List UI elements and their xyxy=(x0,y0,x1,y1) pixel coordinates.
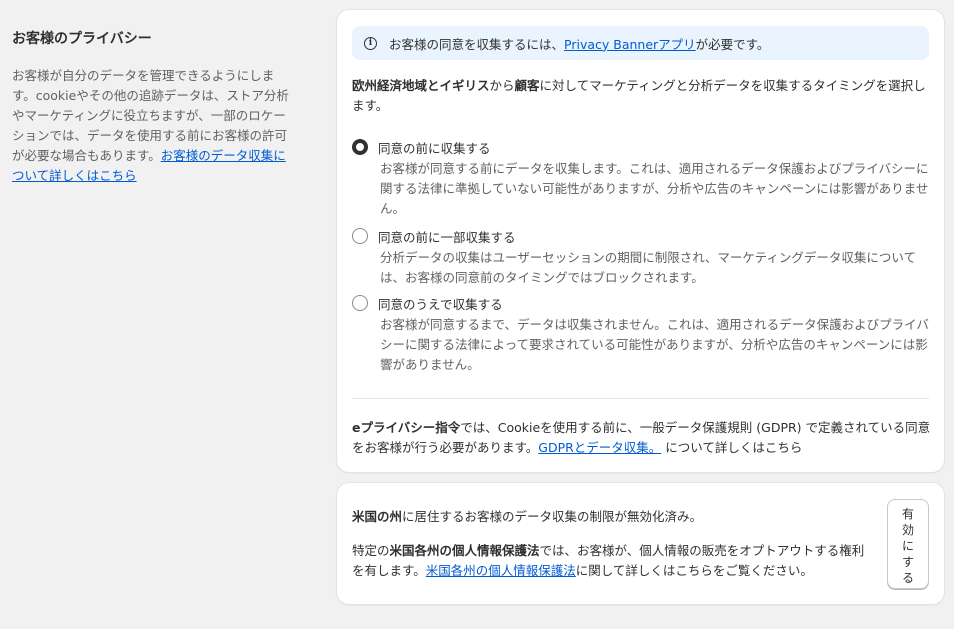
banner-text: お客様の同意を収集するには、Privacy Bannerアプリが必要です。 xyxy=(389,34,769,53)
option-description: お客様が同意する前にデータを収集します。これは、適用されるデータ保護およびプライ… xyxy=(380,161,929,216)
option-label[interactable]: 同意のうえで収集する xyxy=(378,294,503,313)
us-states-label: 米国の州 xyxy=(352,509,403,524)
collection-timing-intro: 欧州経済地域とイギリスから顧客に対してマーケティングと分析データを収集するタイミ… xyxy=(352,76,932,116)
consent-settings-card: i お客様の同意を収集するには、Privacy Bannerアプリが必要です。 … xyxy=(337,10,944,472)
option-description: 分析データの収集はユーザーセッションの期間に制限され、マーケティングデータ収集に… xyxy=(380,250,917,285)
us-laws-text-c: に関して詳しくはこちらをご覧ください。 xyxy=(575,563,813,578)
us-laws-text: 特定の米国各州の個人情報保護法では、お客様が、個人情報の販売をオプトアウトする権… xyxy=(352,541,872,581)
option-label[interactable]: 同意の前に一部収集する xyxy=(378,227,516,246)
radio-collect-before-consent[interactable] xyxy=(352,139,368,155)
us-status-text: 米国の州に居住するお客様のデータ収集の制限が無効化済み。 xyxy=(352,507,872,527)
section-description-column: お客様のプライバシー お客様が自分のデータを管理できるようにします。cookie… xyxy=(12,28,292,186)
radio-collect-partially-before-consent[interactable] xyxy=(352,228,368,244)
eprivacy-directive: eプライバシー指令 xyxy=(352,420,461,435)
banner-text-after: が必要です。 xyxy=(695,36,770,52)
us-laws-text-a: 特定の xyxy=(352,543,390,558)
privacy-banner-app-link[interactable]: Privacy Bannerアプリ xyxy=(564,37,696,52)
info-icon: i xyxy=(364,36,377,50)
us-states-card: 米国の州に居住するお客様のデータ収集の制限が無効化済み。 特定の米国各州の個人情… xyxy=(337,483,944,604)
us-status-description: に居住するお客様のデータ収集の制限が無効化済み。 xyxy=(402,509,703,524)
intro-text-1: から xyxy=(489,78,515,93)
us-state-privacy-laws-link[interactable]: 米国各州の個人情報保護法 xyxy=(426,563,576,578)
intro-region: 欧州経済地域とイギリス xyxy=(352,78,490,93)
info-banner: i お客様の同意を収集するには、Privacy Bannerアプリが必要です。 xyxy=(352,26,929,60)
divider xyxy=(352,398,929,399)
us-laws-bold: 米国各州の個人情報保護法 xyxy=(389,543,540,558)
eprivacy-text-2: について詳しくはこちら xyxy=(661,440,803,455)
section-title: お客様のプライバシー xyxy=(12,31,152,47)
section-description: お客様が自分のデータを管理できるようにします。cookieやその他の追跡データは… xyxy=(12,66,292,186)
banner-text-before: お客様の同意を収集するには、 xyxy=(389,36,565,52)
eprivacy-note: eプライバシー指令では、Cookieを使用する前に、一般データ保護規則 (GDP… xyxy=(352,418,932,458)
option-label[interactable]: 同意の前に収集する xyxy=(378,138,491,157)
option-description: お客様が同意するまで、データは収集されません。これは、適用されるデータ保護および… xyxy=(380,317,929,372)
gdpr-link[interactable]: GDPRとデータ収集。 xyxy=(538,440,661,455)
radio-collect-after-consent[interactable] xyxy=(352,295,368,311)
intro-customers: 顧客 xyxy=(514,78,540,93)
enable-button[interactable]: 有効にする xyxy=(887,499,929,589)
